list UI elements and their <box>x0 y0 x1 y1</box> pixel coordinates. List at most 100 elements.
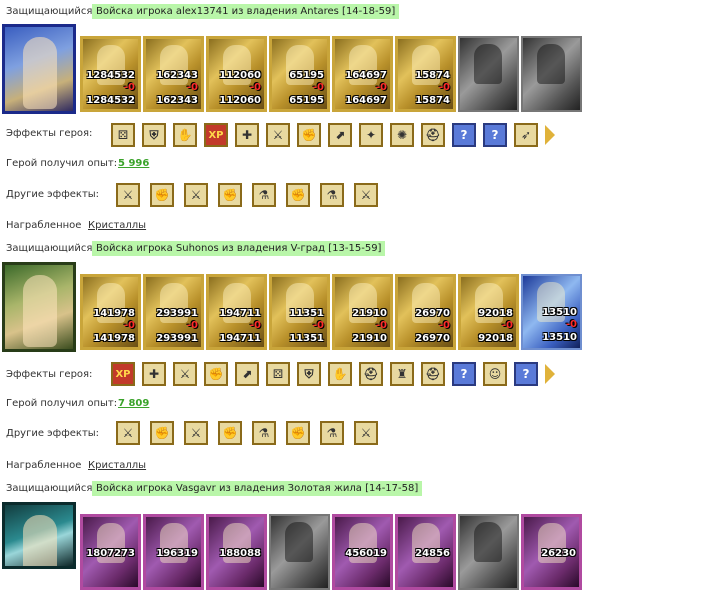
potion-icon[interactable]: ⚗ <box>320 183 344 207</box>
sword-icon[interactable]: ⚔ <box>266 123 290 147</box>
hero-portrait[interactable] <box>2 502 76 569</box>
helmet-icon[interactable]: ⛑ <box>359 362 383 386</box>
potion-icon[interactable]: ⚗ <box>252 421 276 445</box>
unit-slot[interactable]: 13510 -0 13510 <box>521 274 582 350</box>
xp-plus-icon[interactable]: ✚ <box>142 362 166 386</box>
spiderweb-icon[interactable]: ✺ <box>390 123 414 147</box>
unit-remaining: 164697 <box>345 95 387 106</box>
loot-link[interactable]: Кристаллы <box>88 220 146 231</box>
helmet-icon[interactable]: ⛑ <box>421 362 445 386</box>
unit-count: 24856 <box>415 548 450 559</box>
unit-slot[interactable]: 24856 <box>395 514 456 590</box>
unit-count: 196319 <box>156 548 198 559</box>
unit-slot[interactable]: 164697 -0 164697 <box>332 36 393 112</box>
sword-icon[interactable]: ⚔ <box>354 183 378 207</box>
unit-slot[interactable]: 112060 -0 112060 <box>206 36 267 112</box>
dice-icon[interactable]: ⚄ <box>111 123 135 147</box>
shield-icon[interactable]: ⛨ <box>142 123 166 147</box>
unit-loss: -0 <box>123 320 135 331</box>
unit-loss: -0 <box>565 319 577 330</box>
scroll-right-icon[interactable] <box>545 125 555 145</box>
xp-icon[interactable]: XP <box>111 362 135 386</box>
question-icon[interactable]: ? <box>483 123 507 147</box>
boot-icon[interactable]: ⬈ <box>328 123 352 147</box>
gauntlet-icon[interactable]: ✊ <box>286 183 310 207</box>
unit-count: 13510 <box>542 307 577 318</box>
gauntlet-icon[interactable]: ✊ <box>218 183 242 207</box>
unit-slot[interactable]: 1807273 <box>80 514 141 590</box>
gauntlet-icon[interactable]: ✊ <box>150 421 174 445</box>
lantern-icon[interactable]: ♜ <box>390 362 414 386</box>
unit-slot[interactable]: 26970 -0 26970 <box>395 274 456 350</box>
xp-plus-icon[interactable]: ✚ <box>235 123 259 147</box>
unit-loss: -0 <box>438 82 450 93</box>
unit-loss: -0 <box>312 320 324 331</box>
question-icon[interactable]: ? <box>514 362 538 386</box>
unit-slot[interactable]: 11351 -0 11351 <box>269 274 330 350</box>
handshake-icon[interactable]: ✊ <box>297 123 321 147</box>
unit-slot[interactable]: 194711 -0 194711 <box>206 274 267 350</box>
unit-slot[interactable]: 456019 <box>332 514 393 590</box>
sword-icon[interactable]: ⚔ <box>173 362 197 386</box>
mask-icon[interactable]: ☺ <box>483 362 507 386</box>
exp-label: Герой получил опыт: <box>6 158 118 169</box>
unit-remaining: 194711 <box>219 333 261 344</box>
shield-hand-icon[interactable]: ✋ <box>328 362 352 386</box>
sword-icon[interactable]: ⚔ <box>116 183 140 207</box>
unit-count: 26970 <box>415 308 450 319</box>
question-icon[interactable]: ? <box>452 123 476 147</box>
unit-slot[interactable]: 293991 -0 293991 <box>143 274 204 350</box>
unit-slot[interactable]: 26230 <box>521 514 582 590</box>
shield-hand-icon[interactable]: ✋ <box>173 123 197 147</box>
unit-loss: -0 <box>186 320 198 331</box>
sword-icon[interactable]: ⚔ <box>354 421 378 445</box>
exp-value[interactable]: 5 996 <box>118 158 149 169</box>
loot-link[interactable]: Кристаллы <box>88 460 146 471</box>
unit-slot-empty[interactable] <box>458 514 519 590</box>
hero-portrait[interactable] <box>2 262 76 352</box>
boot-icon[interactable]: ⬈ <box>235 362 259 386</box>
unit-slot-empty[interactable] <box>521 36 582 112</box>
other-effects-row: ⚔ ✊ ⚔ ✊ ⚗ ✊ ⚗ ⚔ <box>116 183 378 207</box>
unit-slot[interactable]: 162343 -0 162343 <box>143 36 204 112</box>
unit-slot[interactable]: 92018 -0 92018 <box>458 274 519 350</box>
unit-remaining: 92018 <box>478 333 513 344</box>
unit-count: 456019 <box>345 548 387 559</box>
unit-slot[interactable]: 196319 <box>143 514 204 590</box>
unit-slot[interactable]: 21910 -0 21910 <box>332 274 393 350</box>
exp-value[interactable]: 7 809 <box>118 398 149 409</box>
helmet-icon[interactable]: ⛑ <box>421 123 445 147</box>
unit-slot[interactable]: 1284532 -0 1284532 <box>80 36 141 112</box>
sword-icon[interactable]: ⚔ <box>116 421 140 445</box>
potion-icon[interactable]: ⚗ <box>320 421 344 445</box>
hero-portrait[interactable] <box>2 24 76 114</box>
unit-count: 194711 <box>219 308 261 319</box>
scroll-right-icon[interactable] <box>545 364 555 384</box>
gauntlet-icon[interactable]: ✊ <box>218 421 242 445</box>
unit-loss: -0 <box>312 82 324 93</box>
horn-icon[interactable]: ➶ <box>514 123 538 147</box>
unit-slot[interactable]: 65195 -0 65195 <box>269 36 330 112</box>
crystal-icon[interactable]: ✦ <box>359 123 383 147</box>
unit-count: 92018 <box>478 308 513 319</box>
xp-icon[interactable]: XP <box>204 123 228 147</box>
dice-icon[interactable]: ⚄ <box>266 362 290 386</box>
sword-icon[interactable]: ⚔ <box>184 421 208 445</box>
sword-icon[interactable]: ⚔ <box>184 183 208 207</box>
defender-label: Защищающийся <box>6 483 93 494</box>
potion-icon[interactable]: ⚗ <box>252 183 276 207</box>
other-effects-label: Другие эффекты: <box>6 428 100 439</box>
unit-count: 1807273 <box>86 548 135 559</box>
handshake-icon[interactable]: ✊ <box>204 362 228 386</box>
unit-count: 293991 <box>156 308 198 319</box>
shield-icon[interactable]: ⛨ <box>297 362 321 386</box>
loot-label: Награбленное <box>6 220 82 231</box>
unit-slot[interactable]: 141978 -0 141978 <box>80 274 141 350</box>
unit-slot[interactable]: 15874 -0 15874 <box>395 36 456 112</box>
question-icon[interactable]: ? <box>452 362 476 386</box>
unit-slot-empty[interactable] <box>269 514 330 590</box>
gauntlet-icon[interactable]: ✊ <box>150 183 174 207</box>
unit-slot[interactable]: 188088 <box>206 514 267 590</box>
unit-slot-empty[interactable] <box>458 36 519 112</box>
gauntlet-icon[interactable]: ✊ <box>286 421 310 445</box>
